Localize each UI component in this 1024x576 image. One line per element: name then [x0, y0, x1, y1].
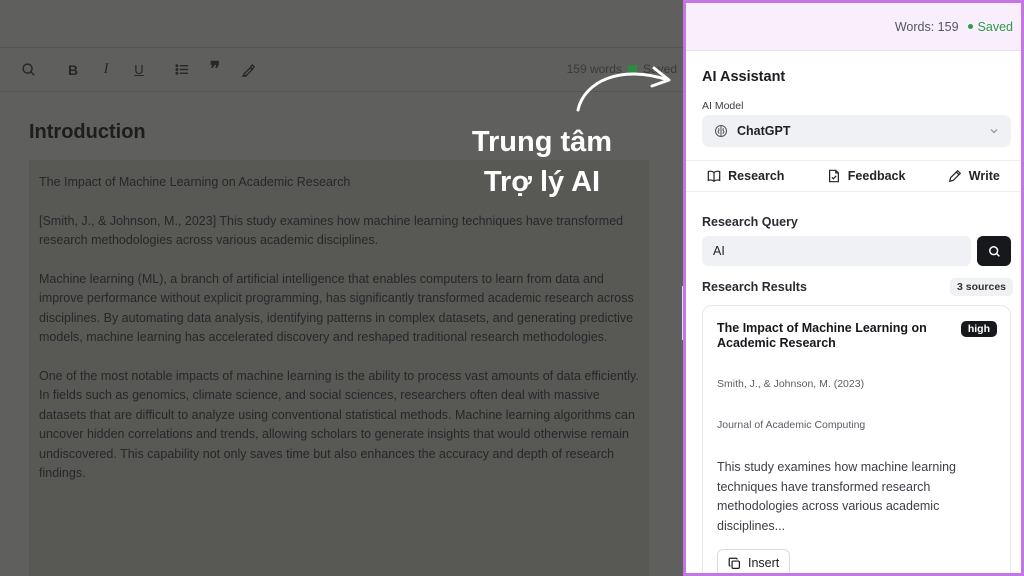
result-authors: Smith, J., & Johnson, M. (2023): [717, 378, 865, 390]
tab-research[interactable]: Research: [707, 169, 784, 183]
callout-line-1: Trung tâm: [471, 126, 613, 158]
search-icon: [988, 245, 1000, 257]
highlight-icon[interactable]: [237, 59, 259, 81]
saved-dot-icon: [967, 24, 973, 29]
model-value: ChatGPT: [737, 124, 791, 138]
sources-count-badge: 3 sources: [949, 278, 1013, 296]
result-title: The Impact of Machine Learning on Academ…: [717, 321, 927, 350]
research-query-label: Research Query: [702, 215, 798, 229]
search-button[interactable]: [977, 236, 1011, 266]
tab-write[interactable]: Write: [948, 169, 1000, 183]
document-check-icon: [828, 169, 839, 183]
result-abstract: This study examines how machine learning…: [717, 460, 957, 533]
brain-icon: [714, 124, 728, 138]
panel-status-bar: Words: 159 Saved: [686, 3, 1021, 51]
result-journal: Journal of Academic Computing: [717, 419, 866, 431]
model-label: AI Model: [702, 100, 744, 112]
paragraph: [Smith, J., & Johnson, M., 2023] This st…: [39, 213, 624, 248]
tab-feedback-label: Feedback: [847, 169, 906, 183]
document-heading: Introduction: [29, 121, 146, 143]
assistant-tabs: Research Feedback Write: [686, 160, 1021, 192]
research-results-label: Research Results: [702, 280, 807, 294]
editor-topbar: [0, 0, 683, 48]
relevance-badge: high: [960, 321, 997, 337]
model-select[interactable]: ChatGPT: [702, 115, 1011, 147]
copy-icon: [728, 557, 740, 569]
book-icon: [707, 170, 721, 183]
list-icon[interactable]: [171, 59, 193, 81]
panel-saved-status: Saved: [967, 19, 1013, 34]
insert-label: Insert: [748, 556, 780, 570]
document-body[interactable]: The Impact of Machine Learning on Academ…: [29, 160, 649, 576]
pencil-icon: [948, 169, 961, 183]
ai-assistant-panel: Words: 159 Saved AI Assistant AI Model C…: [683, 0, 1024, 576]
panel-word-count: Words: 159: [894, 19, 959, 34]
panel-title: AI Assistant: [702, 69, 786, 85]
tab-feedback[interactable]: Feedback: [827, 169, 906, 183]
paragraph: Machine learning (ML), a branch of artif…: [39, 271, 634, 345]
tab-research-label: Research: [728, 169, 785, 183]
paragraph: One of the most notable impacts of machi…: [39, 368, 639, 481]
search-icon[interactable]: [17, 59, 39, 81]
curved-arrow-icon: [576, 66, 671, 112]
bold-icon[interactable]: B: [62, 59, 84, 81]
research-query-input[interactable]: [702, 236, 971, 266]
italic-icon[interactable]: I: [95, 59, 117, 81]
callout-line-2: Trợ lý AI: [483, 166, 601, 198]
result-card[interactable]: The Impact of Machine Learning on Academ…: [702, 305, 1011, 573]
quote-icon[interactable]: ❞: [204, 59, 226, 81]
insert-button[interactable]: Insert: [717, 549, 791, 573]
chevron-down-icon: [990, 129, 998, 134]
panel-saved-label: Saved: [977, 19, 1013, 34]
tab-write-label: Write: [968, 169, 1000, 183]
underline-icon[interactable]: U: [128, 59, 150, 81]
callout-label: Trung tâm Trợ lý AI: [440, 122, 644, 202]
